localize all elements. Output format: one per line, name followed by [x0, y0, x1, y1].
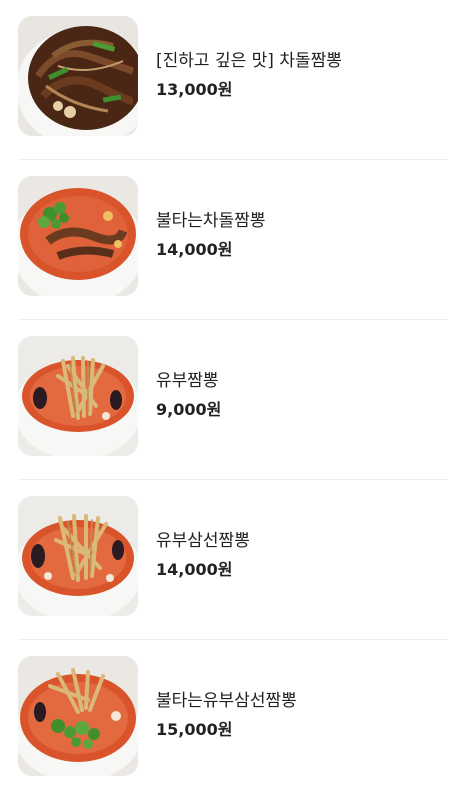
- menu-item[interactable]: 불타는유부삼선짬뽕 15,000원: [0, 640, 466, 800]
- menu-item-info: 유부삼선짬뽕 14,000원: [156, 530, 448, 580]
- menu-item-info: 유부짬뽕 9,000원: [156, 370, 448, 420]
- tofu-jjamppong-image[interactable]: [18, 336, 138, 456]
- menu-item-name: 유부짬뽕: [156, 371, 219, 391]
- menu-item-info: 불타는유부삼선짬뽕 15,000원: [156, 690, 448, 740]
- menu-item[interactable]: 불타는차돌짬뽕 14,000원: [0, 160, 466, 320]
- beef-jjamppong-dark-image[interactable]: [18, 16, 138, 136]
- menu-item[interactable]: 유부삼선짬뽕 14,000원: [0, 480, 466, 640]
- menu-list: [진하고 깊은 맛] 차돌짬뽕 13,000원 불타는차돌짬뽕 14,000원 …: [0, 0, 466, 800]
- spicy-tofu-seafood-jjamppong-image[interactable]: [18, 656, 138, 776]
- menu-item-price: 9,000원: [156, 400, 222, 419]
- food-image: [18, 656, 138, 776]
- menu-item-name: [진하고 깊은 맛] 차돌짬뽕: [156, 51, 342, 71]
- menu-item-info: 불타는차돌짬뽕 14,000원: [156, 210, 448, 260]
- menu-item[interactable]: [진하고 깊은 맛] 차돌짬뽕 13,000원: [0, 0, 466, 160]
- menu-item-price: 13,000원: [156, 80, 233, 99]
- food-image: [18, 336, 138, 456]
- menu-item-price: 14,000원: [156, 240, 233, 259]
- food-image: [18, 176, 138, 296]
- menu-item-price: 15,000원: [156, 720, 233, 739]
- food-image: [18, 16, 138, 136]
- menu-item-name: 불타는유부삼선짬뽕: [156, 691, 297, 711]
- spicy-beef-jjamppong-image[interactable]: [18, 176, 138, 296]
- menu-item[interactable]: 유부짬뽕 9,000원: [0, 320, 466, 480]
- menu-item-price: 14,000원: [156, 560, 233, 579]
- food-image: [18, 496, 138, 616]
- menu-item-name: 불타는차돌짬뽕: [156, 211, 266, 231]
- tofu-seafood-jjamppong-image[interactable]: [18, 496, 138, 616]
- menu-item-name: 유부삼선짬뽕: [156, 531, 250, 551]
- menu-item-info: [진하고 깊은 맛] 차돌짬뽕 13,000원: [156, 50, 448, 100]
